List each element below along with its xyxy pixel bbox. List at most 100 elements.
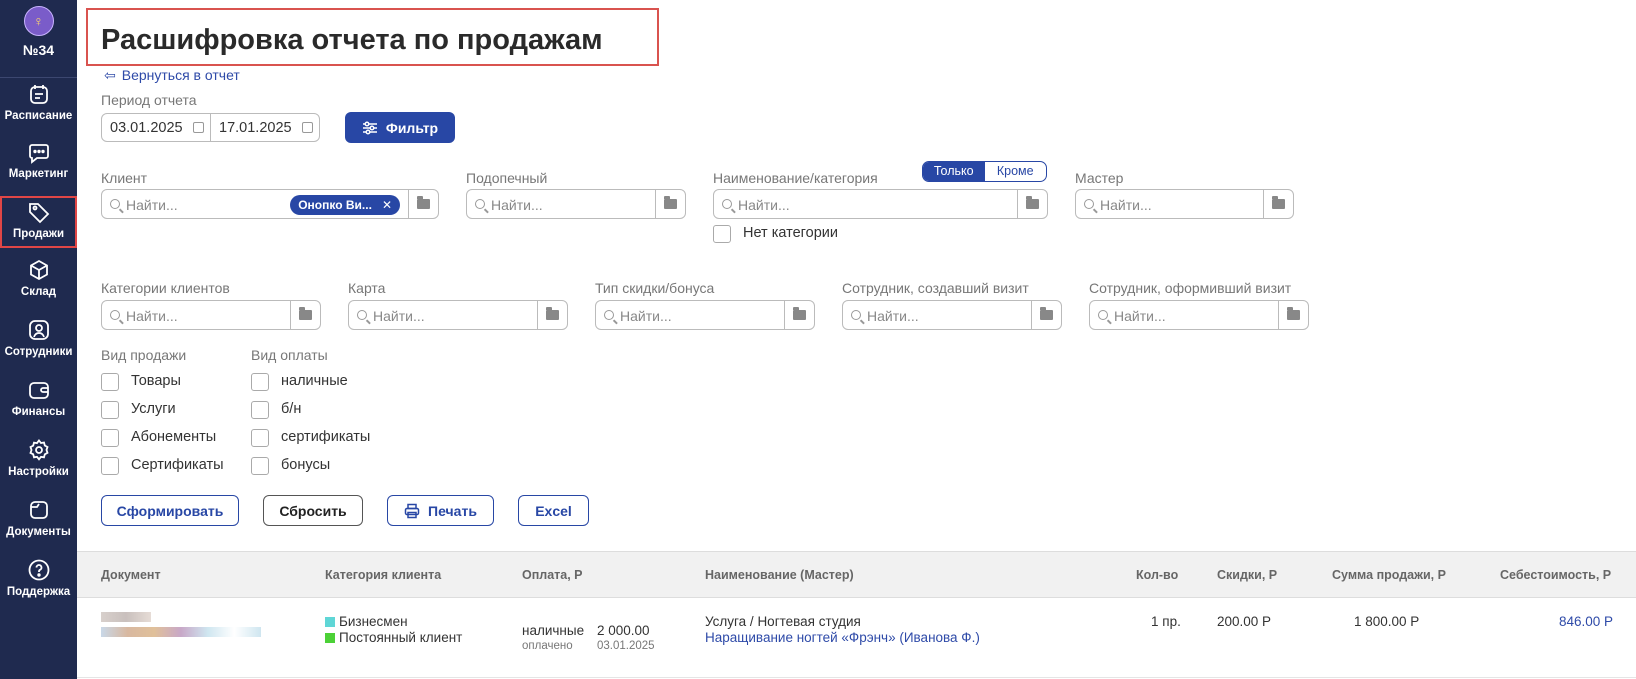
no-category-checkbox[interactable] <box>713 225 731 243</box>
back-link[interactable]: ⇦ Вернуться в отчет <box>104 67 240 84</box>
master-folder-button[interactable] <box>1263 190 1293 218</box>
toggle-only[interactable]: Только <box>923 162 985 181</box>
excel-button[interactable]: Excel <box>518 495 589 526</box>
ward-folder-button[interactable] <box>655 190 685 218</box>
toggle-except[interactable]: Кроме <box>985 162 1047 181</box>
reset-button[interactable]: Сбросить <box>263 495 363 526</box>
card-search: Найти... <box>348 300 568 330</box>
sale-type-option: Товары <box>131 373 181 389</box>
payment-status: оплачено <box>522 640 573 652</box>
client-folder-button[interactable] <box>408 190 438 218</box>
col-sum[interactable]: Сумма продажи, Р <box>1332 568 1446 582</box>
creator-placeholder: Найти... <box>867 308 919 324</box>
sidebar-item-finance[interactable]: Финансы <box>0 378 77 418</box>
calendar-icon[interactable] <box>193 122 204 133</box>
branch-block[interactable]: ♀ №34 <box>0 6 77 78</box>
search-icon <box>722 199 732 209</box>
card-folder-button[interactable] <box>537 301 567 329</box>
payment-type-option: бонусы <box>281 457 331 473</box>
gear-icon <box>28 439 49 461</box>
master-placeholder: Найти... <box>1100 197 1152 213</box>
sale-type-option: Услуги <box>131 401 176 417</box>
payment-amount: 2 000.00 <box>597 623 650 638</box>
calendar-icon <box>29 85 48 104</box>
col-qty[interactable]: Кол-во <box>1136 568 1178 582</box>
col-item-name[interactable]: Наименование (Мастер) <box>705 568 854 582</box>
client-search: Найти... Онопко Ви... ✕ <box>101 189 439 219</box>
date-to-value: 17.01.2025 <box>219 120 292 136</box>
sum-value: 1 800.00 Р <box>1354 614 1420 629</box>
creator-input[interactable]: Найти... <box>843 301 1031 329</box>
payment-type-checkbox[interactable] <box>251 429 269 447</box>
search-icon <box>475 199 485 209</box>
ward-label: Подопечный <box>466 170 548 186</box>
sidebar-item-warehouse[interactable]: Склад <box>0 258 77 298</box>
sidebar-item-marketing[interactable]: Маркетинг <box>0 140 77 180</box>
period-range: 03.01.2025 17.01.2025 <box>101 113 320 142</box>
close-icon[interactable]: ✕ <box>382 198 392 215</box>
print-button-label: Печать <box>428 502 477 519</box>
sale-type-checkbox[interactable] <box>101 429 119 447</box>
name-category-input[interactable]: Найти... <box>714 190 1017 218</box>
col-client-category[interactable]: Категория клиента <box>325 568 441 582</box>
processor-input[interactable]: Найти... <box>1090 301 1278 329</box>
avatar[interactable]: ♀ <box>23 6 54 36</box>
name-category-folder-button[interactable] <box>1017 190 1047 218</box>
discount-type-folder-button[interactable] <box>784 301 814 329</box>
client-category-2: Постоянный клиент <box>325 630 462 645</box>
category-name: Бизнесмен <box>339 614 408 629</box>
ward-placeholder: Найти... <box>491 197 543 213</box>
search-icon <box>604 310 614 320</box>
sidebar-item-label: Финансы <box>11 406 66 418</box>
creator-folder-button[interactable] <box>1031 301 1061 329</box>
payment-type-checkbox[interactable] <box>251 457 269 475</box>
print-button[interactable]: Печать <box>387 495 494 526</box>
filter-button-label: Фильтр <box>385 119 439 136</box>
discount-type-label: Тип скидки/бонуса <box>595 280 715 296</box>
item-name-link[interactable]: Наращивание ногтей «Фрэнч» (Иванова Ф.) <box>705 630 980 645</box>
sale-type-checkbox[interactable] <box>101 401 119 419</box>
sidebar-item-schedule[interactable]: Расписание <box>0 82 77 122</box>
payment-type-checkbox[interactable] <box>251 401 269 419</box>
col-discount[interactable]: Скидки, Р <box>1217 568 1277 582</box>
col-document[interactable]: Документ <box>101 568 161 582</box>
discount-type-search: Найти... <box>595 300 815 330</box>
client-categories-search: Найти... <box>101 300 321 330</box>
date-from-field[interactable]: 03.01.2025 <box>102 114 210 141</box>
item-type: Услуга / Ногтевая студия <box>705 614 861 629</box>
folder-icon <box>1287 307 1300 320</box>
chat-icon <box>28 144 49 164</box>
processor-folder-button[interactable] <box>1278 301 1308 329</box>
discount-type-input[interactable]: Найти... <box>596 301 784 329</box>
category-color-swatch <box>325 633 335 643</box>
client-categories-input[interactable]: Найти... <box>102 301 290 329</box>
sidebar-item-sales[interactable]: Продажи <box>0 196 77 248</box>
col-cost[interactable]: Себестоимость, Р <box>1500 568 1611 582</box>
sale-type-checkbox[interactable] <box>101 373 119 391</box>
date-to-field[interactable]: 17.01.2025 <box>210 114 319 141</box>
sidebar-item-settings[interactable]: Настройки <box>0 438 77 478</box>
sidebar-item-support[interactable]: Поддержка <box>0 558 77 598</box>
date-from-value: 03.01.2025 <box>110 120 183 136</box>
sidebar-item-documents[interactable]: Документы <box>0 498 77 538</box>
document-icon <box>29 501 48 519</box>
search-icon <box>357 310 367 320</box>
client-categories-folder-button[interactable] <box>290 301 320 329</box>
card-input[interactable]: Найти... <box>349 301 537 329</box>
qty-value: 1 пр. <box>1151 614 1181 629</box>
back-arrow-icon: ⇦ <box>104 67 116 83</box>
generate-button[interactable]: Сформировать <box>101 495 239 526</box>
client-chip[interactable]: Онопко Ви... ✕ <box>290 195 400 215</box>
filter-button[interactable]: Фильтр <box>345 112 455 143</box>
ward-input[interactable]: Найти... <box>467 190 655 218</box>
master-input[interactable]: Найти... <box>1076 190 1263 218</box>
no-category-label: Нет категории <box>743 225 838 241</box>
processor-search: Найти... <box>1089 300 1309 330</box>
sale-type-option: Сертификаты <box>131 457 224 473</box>
payment-type-checkbox[interactable] <box>251 373 269 391</box>
sidebar-item-employees[interactable]: Сотрудники <box>0 318 77 358</box>
sale-type-checkbox[interactable] <box>101 457 119 475</box>
calendar-icon[interactable] <box>302 122 313 133</box>
col-payment[interactable]: Оплата, Р <box>522 568 583 582</box>
cost-value[interactable]: 846.00 Р <box>1559 614 1613 629</box>
